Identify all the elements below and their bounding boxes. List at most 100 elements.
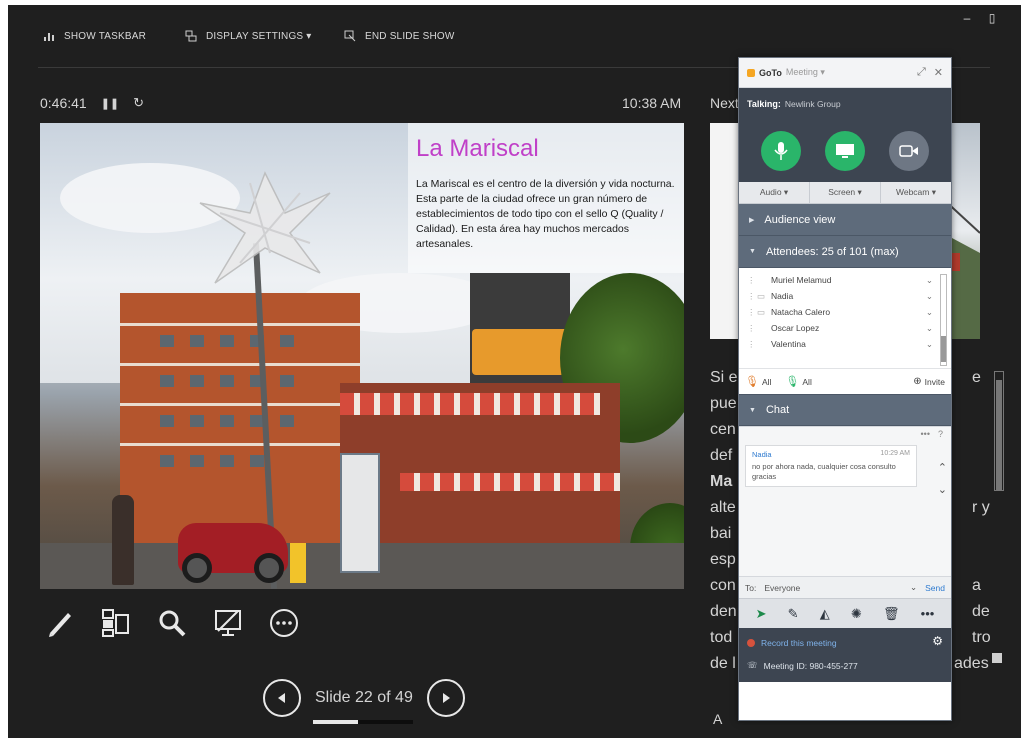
- slide-progress-fill: [313, 720, 358, 724]
- notes-resize-handle[interactable]: [992, 653, 1002, 663]
- more-options-icon[interactable]: [264, 603, 304, 643]
- unmute-all-button[interactable]: 🎙 All: [785, 375, 811, 388]
- notes-right-fragment: e: [972, 369, 981, 386]
- microphone-button[interactable]: [761, 131, 801, 171]
- trash-icon[interactable]: 🗑: [883, 606, 900, 622]
- screen-share-button[interactable]: [825, 131, 865, 171]
- pause-icon[interactable]: ❚❚: [101, 97, 119, 110]
- attendee-name: Valentina: [771, 339, 806, 349]
- minimize-icon[interactable]: –: [958, 11, 976, 25]
- record-icon: [747, 639, 755, 647]
- attendee-row[interactable]: ⋮ Oscar Lopez ⌄: [739, 320, 951, 336]
- send-button[interactable]: Send: [925, 583, 945, 593]
- brick-building: [120, 293, 360, 543]
- webcam-dropdown[interactable]: Webcam ▾: [881, 182, 951, 203]
- show-taskbar-label: SHOW TASKBAR: [64, 30, 147, 42]
- talking-indicator: Talking: Newlink Group: [739, 88, 951, 120]
- display-icon: [184, 29, 198, 43]
- chat-recipient-row: To: Everyone ⌄ Send: [739, 576, 951, 598]
- current-slide[interactable]: La Mariscal La Mariscal es el centro de …: [40, 123, 684, 589]
- display-settings-label: DISPLAY SETTINGS ▾: [206, 30, 312, 42]
- gear-icon[interactable]: ⚙: [932, 634, 943, 648]
- chevron-up-icon[interactable]: ⌃: [938, 461, 947, 474]
- attendee-name: Nadia: [771, 291, 794, 301]
- pen-tool-icon[interactable]: [40, 603, 80, 643]
- triangle-down-icon: ▼: [749, 248, 756, 255]
- slide-progress-bar: [313, 720, 413, 724]
- chat-message-time: 10:29 AM: [880, 450, 910, 457]
- triangle-left-icon: [278, 693, 285, 703]
- motorcycle: [178, 523, 288, 583]
- mute-all-label: All: [761, 376, 772, 387]
- triangle-down-icon: ▼: [749, 406, 756, 414]
- chevron-down-icon[interactable]: ⌄: [926, 339, 933, 350]
- chat-message-text: no por ahora nada, cualquier cosa consul…: [752, 462, 896, 481]
- end-slide-show-button[interactable]: END SLIDE SHOW: [343, 27, 454, 45]
- display-settings-button[interactable]: DISPLAY SETTINGS ▾: [184, 27, 312, 45]
- more-icon[interactable]: •••: [921, 606, 935, 621]
- increase-font-button[interactable]: A: [713, 711, 722, 727]
- chevron-down-icon[interactable]: ⌄: [938, 483, 947, 496]
- spotlight-icon[interactable]: ✺: [851, 606, 862, 622]
- highlighter-icon[interactable]: ◭: [820, 606, 830, 622]
- pen-icon[interactable]: ✎: [788, 606, 799, 622]
- add-person-icon: ⊕: [913, 376, 922, 387]
- yellow-post: [290, 543, 306, 583]
- next-slide-label: Next: [710, 95, 739, 111]
- help-icon[interactable]: ?: [938, 429, 943, 439]
- attendees-section[interactable]: ▼ Attendees: 25 of 101 (max): [739, 236, 951, 268]
- show-taskbar-button[interactable]: SHOW TASKBAR: [42, 27, 146, 45]
- expand-icon[interactable]: ⤢: [917, 66, 926, 79]
- chat-area: ••• ? Nadia 10:29 AM no por ahora nada, …: [739, 426, 951, 576]
- microphone-icon: [774, 142, 788, 160]
- audio-dropdown[interactable]: Audio ▾: [739, 182, 810, 203]
- restore-icon[interactable]: ▯: [983, 11, 1001, 25]
- attendee-row[interactable]: ⋮ ▭ Nadia ⌄: [739, 288, 951, 304]
- end-slide-show-label: END SLIDE SHOW: [365, 30, 455, 42]
- attendee-name: Muriel Melamud: [771, 275, 832, 285]
- notes-right-fragment: a: [972, 577, 981, 594]
- webcam-button[interactable]: [889, 131, 929, 171]
- previous-slide-button[interactable]: [263, 679, 301, 717]
- invite-button[interactable]: ⊕ Invite: [913, 376, 945, 387]
- gtm-brand: GoTo: [759, 67, 782, 78]
- camera-icon: ▭: [757, 306, 766, 317]
- chevron-down-icon[interactable]: ⌄: [926, 323, 933, 334]
- notes-right-fragment: ades: [954, 655, 989, 672]
- screen-dropdown[interactable]: Screen ▾: [810, 182, 881, 203]
- audience-view-section[interactable]: ▶ Audience view: [739, 204, 951, 236]
- triangle-right-icon: ▶: [749, 216, 755, 224]
- chat-more-icon[interactable]: •••: [921, 429, 930, 439]
- av-controls: [739, 120, 951, 182]
- mic-muted-icon: 🎙: [745, 376, 759, 388]
- zoom-icon[interactable]: [152, 603, 192, 643]
- chevron-down-icon[interactable]: ⌄: [926, 291, 933, 302]
- attendee-row[interactable]: ⋮ Muriel Melamud ⌄: [739, 272, 951, 288]
- drawing-toolbar: ➤ ✎ ◭ ✺ 🗑 •••: [739, 598, 951, 628]
- see-all-slides-icon[interactable]: [96, 603, 136, 643]
- drag-handle-icon: ⋮: [747, 274, 756, 285]
- drag-handle-icon: ⋮: [747, 322, 756, 333]
- notes-right-fragment: de: [972, 603, 990, 620]
- chevron-down-icon[interactable]: ⌄: [926, 307, 933, 318]
- record-meeting-button[interactable]: Record this meeting: [747, 634, 943, 652]
- mute-all-button[interactable]: 🎙 All: [745, 375, 771, 388]
- attendee-row[interactable]: ⋮ ▭ Natacha Calero ⌄: [739, 304, 951, 320]
- talking-label: Talking:: [747, 99, 781, 109]
- attendee-scroll-thumb[interactable]: [941, 336, 946, 362]
- black-screen-icon[interactable]: [208, 603, 248, 643]
- next-slide-button[interactable]: [426, 679, 465, 717]
- recipient-select[interactable]: Everyone ⌄: [762, 581, 919, 595]
- pointer-icon[interactable]: ➤: [756, 606, 767, 622]
- chat-label: Chat: [765, 404, 790, 416]
- chat-section[interactable]: ▼ Chat: [739, 394, 951, 426]
- close-icon[interactable]: ✕: [934, 66, 943, 79]
- end-show-icon: [343, 29, 357, 43]
- unmute-all-label: All: [802, 376, 812, 387]
- attendee-row[interactable]: ⋮ Valentina ⌄: [739, 336, 951, 352]
- restart-icon[interactable]: ↻: [133, 95, 144, 111]
- meeting-id: ☏ Meeting ID: 980-455-277: [747, 660, 943, 671]
- chevron-down-icon[interactable]: ⌄: [926, 275, 933, 286]
- gtm-brand-menu[interactable]: Meeting ▾: [786, 67, 825, 78]
- notes-scroll-thumb[interactable]: [996, 380, 1002, 490]
